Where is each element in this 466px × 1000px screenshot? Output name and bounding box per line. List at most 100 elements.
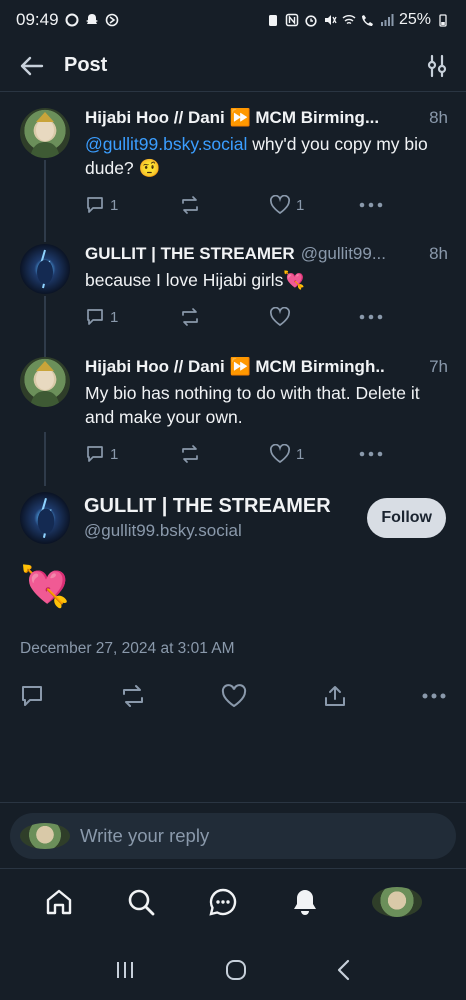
more-options-button[interactable] bbox=[359, 314, 383, 320]
reply-count: 1 bbox=[110, 196, 119, 214]
battery-icon bbox=[439, 14, 447, 27]
battery-percent: 25% bbox=[398, 11, 431, 28]
home-circle-icon bbox=[225, 960, 246, 980]
author-handle[interactable]: @gullit99.bsky.social bbox=[84, 521, 367, 541]
status-time: 09:49 bbox=[16, 10, 59, 29]
avatar[interactable] bbox=[20, 108, 70, 158]
avatar bbox=[20, 823, 70, 849]
more-options-button[interactable] bbox=[359, 202, 383, 208]
post-header: Post bbox=[0, 40, 466, 92]
more-options-button[interactable] bbox=[422, 693, 446, 699]
nfc-icon bbox=[285, 13, 299, 27]
repost-icon bbox=[182, 445, 198, 463]
reply-post[interactable]: Hijabi Hoo // Dani ⏩ MCM Birming... 8h @… bbox=[0, 92, 466, 228]
heart-icon bbox=[269, 195, 291, 215]
reply-input[interactable]: Write your reply bbox=[10, 813, 456, 859]
like-count: 1 bbox=[296, 445, 305, 463]
tab-profile[interactable] bbox=[372, 886, 422, 917]
system-nav-bar bbox=[0, 940, 466, 1000]
speech-bubble-icon bbox=[87, 446, 103, 462]
avatar[interactable] bbox=[20, 357, 70, 407]
tab-search[interactable] bbox=[126, 887, 156, 917]
wifi-call-icon bbox=[361, 15, 373, 26]
post-time: 8h bbox=[429, 244, 448, 263]
reply-button[interactable]: 1 bbox=[85, 307, 179, 327]
heart-icon bbox=[221, 684, 247, 708]
avatar bbox=[372, 886, 422, 917]
recent-apps-button[interactable] bbox=[114, 960, 136, 980]
author-handle[interactable]: @gullit99... bbox=[301, 244, 386, 264]
ring-icon bbox=[65, 13, 79, 27]
tab-chat[interactable] bbox=[208, 887, 238, 917]
speech-bubble-icon bbox=[87, 309, 103, 325]
post-text: because I love Hijabi girls💘 bbox=[85, 270, 306, 290]
author-name[interactable]: GULLIT | THE STREAMER bbox=[84, 495, 367, 518]
arrow-left-icon bbox=[20, 56, 44, 75]
repost-button[interactable] bbox=[120, 684, 146, 708]
like-button[interactable] bbox=[221, 684, 247, 708]
sliders-icon bbox=[427, 54, 447, 77]
more-options-button[interactable] bbox=[359, 451, 383, 457]
like-button[interactable]: 1 bbox=[269, 195, 359, 215]
reply-count: 1 bbox=[110, 308, 119, 326]
mention-link[interactable]: @gullit99.bsky.social bbox=[85, 134, 247, 154]
home-icon bbox=[46, 889, 72, 914]
post-text: My bio has nothing to do with that. Dele… bbox=[85, 383, 420, 427]
repost-button[interactable] bbox=[179, 307, 269, 327]
post-time: 8h bbox=[429, 108, 448, 127]
follow-button[interactable]: Follow bbox=[367, 498, 446, 538]
avatar[interactable] bbox=[20, 244, 70, 294]
status-bar: 09:49 25% bbox=[0, 0, 466, 40]
repost-button[interactable] bbox=[179, 444, 269, 464]
parent-thread: Hijabi Hoo // Dani ⏩ MCM Birming... 8h @… bbox=[0, 92, 466, 486]
wifi-icon bbox=[342, 15, 356, 25]
share-button[interactable] bbox=[323, 684, 347, 708]
reply-button[interactable] bbox=[20, 684, 44, 708]
reply-post[interactable]: GULLIT | THE STREAMER @gullit99... 8h be… bbox=[0, 228, 466, 341]
home-nav-button[interactable] bbox=[225, 959, 247, 981]
post-text: 💘 bbox=[20, 565, 70, 609]
like-button[interactable]: 1 bbox=[269, 444, 359, 464]
tab-notifications[interactable] bbox=[290, 887, 320, 917]
reply-button[interactable]: 1 bbox=[85, 195, 179, 215]
mute-icon bbox=[324, 15, 337, 25]
repost-icon bbox=[182, 308, 198, 326]
repost-icon bbox=[182, 196, 198, 214]
avatar[interactable] bbox=[20, 492, 70, 544]
ellipsis-icon bbox=[359, 314, 383, 320]
heart-icon bbox=[269, 444, 291, 464]
focused-post: GULLIT | THE STREAMER @gullit99.bsky.soc… bbox=[0, 492, 466, 708]
like-button[interactable] bbox=[269, 307, 359, 327]
speech-bubble-icon bbox=[22, 686, 42, 706]
circle-arrow-icon bbox=[105, 13, 118, 27]
bottom-tab-bar bbox=[0, 868, 466, 934]
thread-settings-button[interactable] bbox=[426, 54, 448, 78]
repost-button[interactable] bbox=[179, 195, 269, 215]
post-time: 7h bbox=[429, 357, 448, 376]
share-icon bbox=[324, 686, 345, 706]
post-text: @gullit99.bsky.social why'd you copy my … bbox=[85, 132, 448, 180]
post-date: December 27, 2024 at 3:01 AM bbox=[20, 640, 235, 657]
chat-icon bbox=[209, 888, 237, 916]
page-title: Post bbox=[64, 54, 108, 76]
author-name[interactable]: GULLIT | THE STREAMER bbox=[85, 244, 295, 264]
reply-composer: Write your reply bbox=[0, 802, 466, 868]
reply-placeholder: Write your reply bbox=[80, 825, 210, 846]
author-name[interactable]: Hijabi Hoo // Dani ⏩ MCM Birming... bbox=[85, 108, 379, 128]
author-name[interactable]: Hijabi Hoo // Dani ⏩ MCM Birmingh.. bbox=[85, 357, 385, 377]
ellipsis-icon bbox=[359, 202, 383, 208]
reply-post[interactable]: Hijabi Hoo // Dani ⏩ MCM Birmingh.. 7h M… bbox=[0, 341, 466, 481]
alarm-icon bbox=[305, 15, 317, 27]
bell-icon bbox=[294, 889, 316, 915]
reply-button[interactable]: 1 bbox=[85, 444, 179, 464]
snapchat-ghost-icon bbox=[85, 14, 98, 24]
signal-icon bbox=[380, 14, 394, 26]
back-button[interactable] bbox=[18, 55, 44, 77]
tab-home[interactable] bbox=[44, 887, 74, 917]
reply-count: 1 bbox=[110, 445, 119, 463]
heart-icon bbox=[269, 307, 291, 327]
ellipsis-icon bbox=[359, 451, 383, 457]
repost-icon bbox=[122, 685, 143, 707]
like-count: 1 bbox=[296, 196, 305, 214]
back-nav-button[interactable] bbox=[336, 959, 352, 981]
